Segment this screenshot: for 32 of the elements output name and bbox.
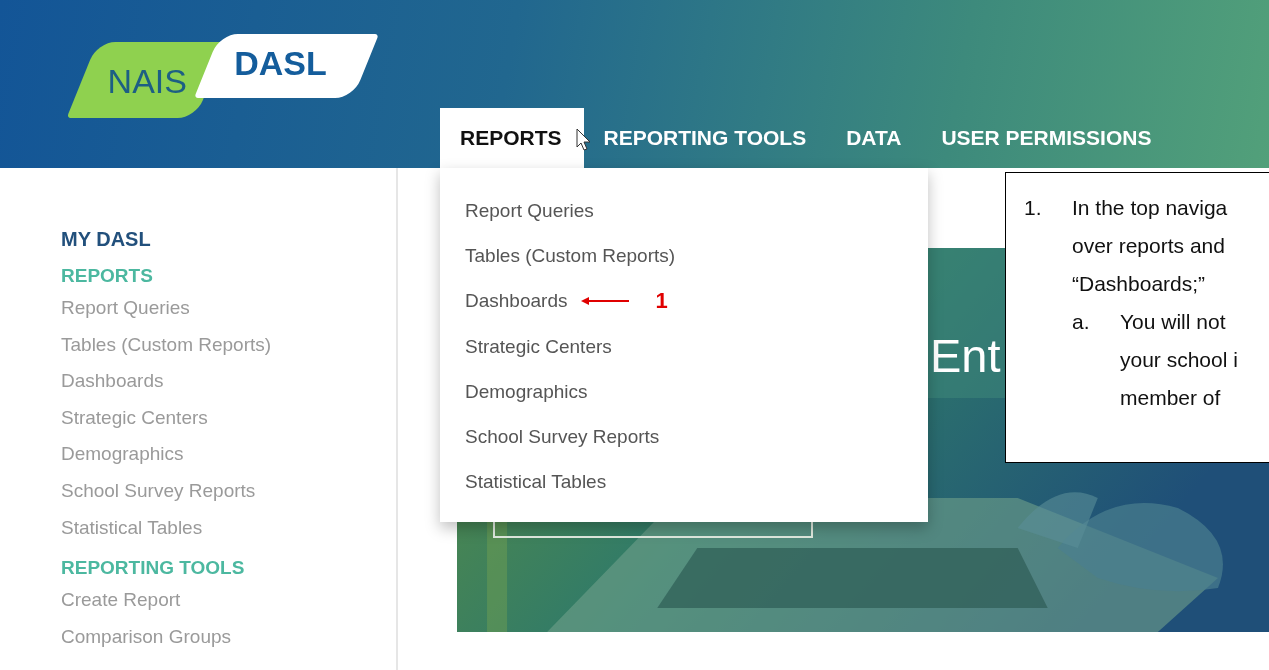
instruction-text: In the top naviga over reports and “Dashboards;”	[1072, 195, 1229, 297]
logo-right: DASL	[194, 34, 379, 98]
step-number: 1.	[1024, 195, 1043, 221]
substep-letter: a.	[1072, 309, 1091, 335]
sidebar-link[interactable]: Tables (Custom Reports)	[61, 333, 396, 371]
menu-item[interactable]: Demographics	[465, 380, 588, 403]
sidebar-heading: REPORTING TOOLS	[61, 557, 246, 580]
sidebar-link[interactable]: School Survey Reports	[61, 479, 396, 517]
sidebar-link[interactable]: Comparison Groups	[61, 625, 396, 663]
annotation-number: 1	[655, 288, 668, 315]
menu-item[interactable]: Strategic Centers	[465, 335, 612, 358]
menu-item[interactable]: Dashboards	[465, 290, 568, 313]
sidebar-link[interactable]: Report Queries	[61, 297, 396, 334]
nav-tab[interactable]: REPORTING TOOLS	[583, 108, 827, 168]
instruction-text: You will not your school i member of	[1120, 309, 1238, 411]
hero-heading: Ent	[930, 332, 1001, 379]
sidebar-link[interactable]: Strategic Centers	[61, 406, 396, 444]
nav-tab[interactable]: USER PERMISSIONS	[921, 108, 1172, 168]
sidebar-link[interactable]: Statistical Tables	[61, 516, 396, 554]
arrow-icon	[581, 296, 630, 307]
sidebar-link[interactable]: Demographics	[61, 443, 396, 480]
menu-item[interactable]: Report Queries	[465, 199, 594, 222]
cursor-icon	[576, 128, 592, 152]
menu-item[interactable]: School Survey Reports	[465, 426, 660, 449]
sidebar-link[interactable]: Create Report	[61, 589, 396, 626]
sidebar-link[interactable]: Dashboards	[61, 370, 396, 407]
menu-item[interactable]: Statistical Tables	[465, 471, 607, 494]
nav-tab[interactable]: DATA	[826, 108, 922, 168]
sidebar-title: MY DASL	[61, 228, 152, 251]
sidebar-heading: REPORTS	[61, 265, 154, 287]
menu-item[interactable]: Tables (Custom Reports)	[465, 244, 676, 267]
nav-tab[interactable]: REPORTS	[440, 108, 584, 168]
